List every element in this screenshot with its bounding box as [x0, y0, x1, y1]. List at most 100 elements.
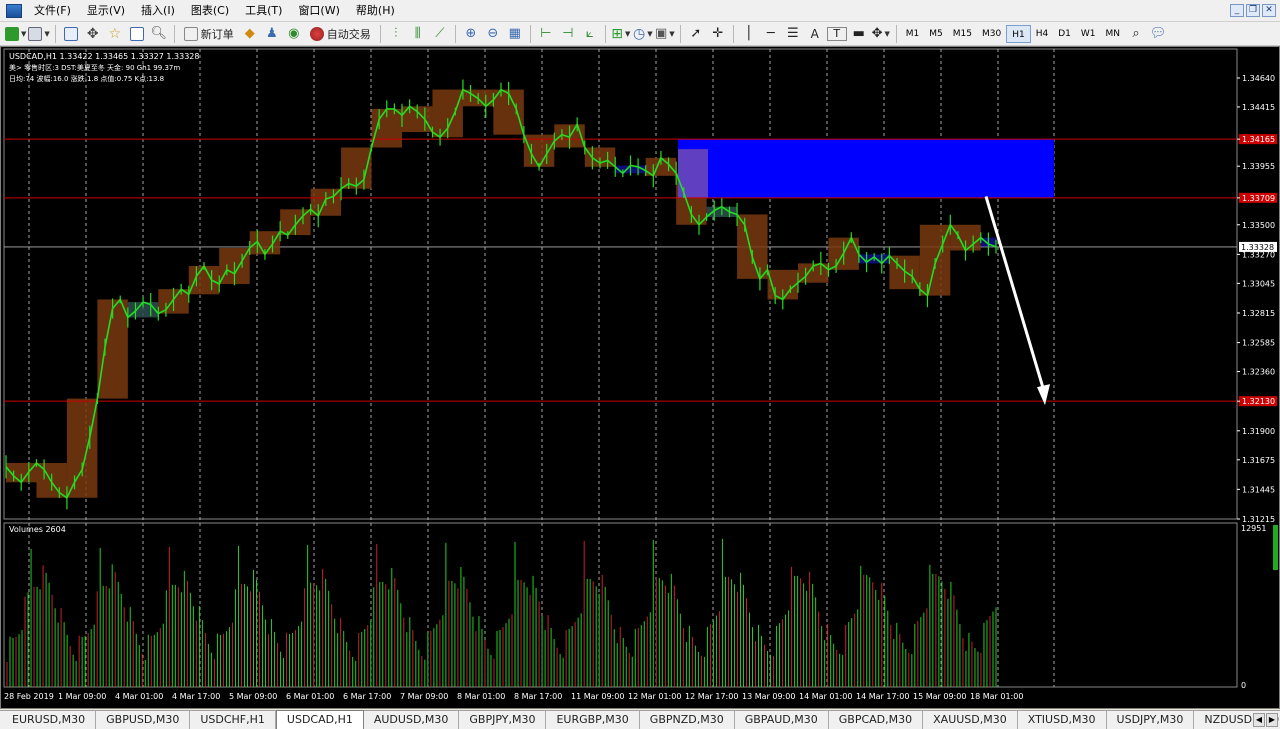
menu-charts[interactable]: 图表(C)	[183, 0, 237, 22]
profiles-button[interactable]: ▼	[28, 24, 50, 44]
rectangle-button[interactable]: ▬	[849, 24, 869, 44]
x-tick-label: 13 Mar 09:00	[742, 692, 795, 701]
line-chart-button[interactable]: ⟋	[430, 24, 450, 44]
menu-file[interactable]: 文件(F)	[26, 0, 79, 22]
timeframe-m1[interactable]: M1	[901, 25, 925, 43]
x-tick-label: 4 Mar 01:00	[115, 692, 163, 701]
menu-view[interactable]: 显示(V)	[79, 0, 133, 22]
session-box	[188, 265, 220, 295]
chart-tab[interactable]: GBPAUD,M30	[735, 711, 829, 729]
menu-tools[interactable]: 工具(T)	[237, 0, 290, 22]
resistance-zone[interactable]	[678, 139, 1054, 198]
profiles-icon	[28, 26, 43, 41]
new-chart-button[interactable]: ▼	[5, 24, 26, 44]
projection-arrow-shaft	[984, 196, 1046, 392]
market-watch-icon	[63, 26, 78, 41]
chart-tab[interactable]: AUDUSD,M30	[364, 711, 460, 729]
y-tick-label: 1.34415	[1242, 103, 1275, 112]
navigator-button[interactable]: ☆	[105, 24, 125, 44]
chart-tab[interactable]: GBPUSD,M30	[96, 711, 191, 729]
x-tick-label: 4 Mar 17:00	[172, 692, 220, 701]
chart-tab[interactable]: EURUSD,M30	[2, 711, 97, 729]
timeframe-m5[interactable]: M5	[924, 25, 948, 43]
x-tick-label: 6 Mar 01:00	[286, 692, 334, 701]
data-window-button[interactable]: ✥	[83, 24, 103, 44]
chart-tab[interactable]: EURGBP,M30	[546, 711, 640, 729]
chart-window[interactable]: 28 Feb 2019 1 Mar 09:00 4 Mar 01:00 4 Mar 1…	[0, 46, 1280, 709]
fibonacci-button[interactable]: ☰	[783, 24, 803, 44]
arrows-button[interactable]: ✥ ▼	[871, 24, 891, 44]
candlestick-button[interactable]: ⫼	[408, 24, 428, 44]
price-chart[interactable]: 28 Feb 2019 1 Mar 09:00 4 Mar 01:00 4 Mar 1…	[1, 47, 1279, 708]
timeframe-w1[interactable]: W1	[1076, 25, 1101, 43]
auto-scroll-button[interactable]: ⊣	[558, 24, 578, 44]
menu-window[interactable]: 窗口(W)	[290, 0, 347, 22]
chart-tab[interactable]: GBPNZD,M30	[640, 711, 735, 729]
chart-header-line1: USDCAD,H1 1.33422 1.33465 1.33327 1.3332…	[9, 52, 199, 61]
chart-tab[interactable]: USDCAD,H1	[275, 710, 364, 729]
resistance-zone-rect	[678, 139, 1054, 198]
cursor-button[interactable]: ➚	[686, 24, 706, 44]
x-tick-label: 14 Mar 17:00	[856, 692, 909, 701]
chart-tab[interactable]: GBPCAD,M30	[829, 711, 924, 729]
volume-zero-label: 0	[1241, 681, 1246, 690]
signals-button[interactable]: ♟	[262, 24, 282, 44]
metaeditor-button[interactable]: ◆	[240, 24, 260, 44]
tile-windows-button[interactable]: ▦	[505, 24, 525, 44]
menu-insert[interactable]: 插入(I)	[133, 0, 183, 22]
autotrade-status-icon[interactable]: ◉	[284, 24, 304, 44]
auto-trading-icon	[309, 26, 324, 41]
x-tick-label: 8 Mar 17:00	[514, 692, 562, 701]
chart-header-line2: 美> 零售时区:3 DST:美夏至冬 天金: 90 Gh1 99.37m	[9, 63, 180, 72]
session-box	[737, 214, 768, 279]
chart-tab[interactable]: USDCHF,H1	[190, 711, 276, 729]
projection-arrow[interactable]	[984, 196, 1050, 406]
menu-bar: 文件(F) 显示(V) 插入(I) 图表(C) 工具(T) 窗口(W) 帮助(H…	[0, 0, 1280, 22]
y-tick-label: 1.34640	[1242, 74, 1275, 83]
scroll-left-icon[interactable]: ◀	[1253, 713, 1265, 727]
terminal-button[interactable]	[127, 24, 147, 44]
crosshair-button[interactable]: ✛	[708, 24, 728, 44]
auto-trading-button[interactable]: 自动交易	[306, 24, 375, 44]
chart-shift-button[interactable]: ⊢	[536, 24, 556, 44]
fit-chart-button[interactable]: ⟀	[580, 24, 600, 44]
templates-button[interactable]: ▣ ▼	[655, 24, 675, 44]
timeframe-m15[interactable]: M15	[948, 25, 977, 43]
bar-chart-button[interactable]: ⫶	[386, 24, 406, 44]
periods-button[interactable]: ◷ ▼	[633, 24, 653, 44]
x-tick-label: 7 Mar 09:00	[400, 692, 448, 701]
timeframe-m30[interactable]: M30	[977, 25, 1006, 43]
zoom-in-button[interactable]: ⊕	[461, 24, 481, 44]
y-tick-label: 1.33500	[1242, 221, 1275, 230]
timeframe-h1[interactable]: H1	[1006, 24, 1031, 43]
vertical-line-button[interactable]: │	[739, 24, 759, 44]
menu-help[interactable]: 帮助(H)	[348, 0, 403, 22]
x-tick-label: 12 Mar 17:00	[685, 692, 738, 701]
new-order-button[interactable]: 新订单	[180, 24, 238, 44]
timeframe-d1[interactable]: D1	[1053, 25, 1076, 43]
text-label-button[interactable]: T	[826, 26, 847, 41]
zoom-out-button[interactable]: ⊖	[483, 24, 503, 44]
search-icon[interactable]: ⌕	[1126, 24, 1146, 44]
timeframe-mn[interactable]: MN	[1101, 25, 1126, 43]
text-button[interactable]: A	[805, 24, 825, 44]
chart-header-line3: 日均:74 波幅:16.0 涨跌:1.8 点值:0.75 K点:13.8	[9, 74, 164, 83]
chart-tab[interactable]: XTIUSD,M30	[1018, 711, 1107, 729]
indicators-button[interactable]: ⊞ ▼	[611, 24, 631, 44]
timeframe-h4[interactable]: H4	[1031, 25, 1054, 43]
close-icon[interactable]: ✕	[1262, 4, 1276, 17]
chart-tab[interactable]: GBPJPY,M30	[459, 711, 547, 729]
y-tick-label: 1.34165	[1242, 135, 1275, 144]
strategy-tester-button[interactable]: 🔍︎	[149, 24, 169, 44]
restore-icon[interactable]: ❐	[1246, 4, 1260, 17]
x-tick-label: 18 Mar 01:00	[970, 692, 1023, 701]
horizontal-line-button[interactable]: ─	[761, 24, 781, 44]
x-tick-label: 8 Mar 01:00	[457, 692, 505, 701]
minimize-icon[interactable]: _	[1230, 4, 1244, 17]
scroll-right-icon[interactable]: ▶	[1266, 713, 1278, 727]
chart-tab[interactable]: USDJPY,M30	[1107, 711, 1195, 729]
chart-tab[interactable]: XAUUSD,M30	[923, 711, 1018, 729]
market-watch-button[interactable]	[61, 24, 81, 44]
session-box	[66, 398, 98, 498]
chat-icon[interactable]: 💬︎	[1148, 24, 1168, 44]
